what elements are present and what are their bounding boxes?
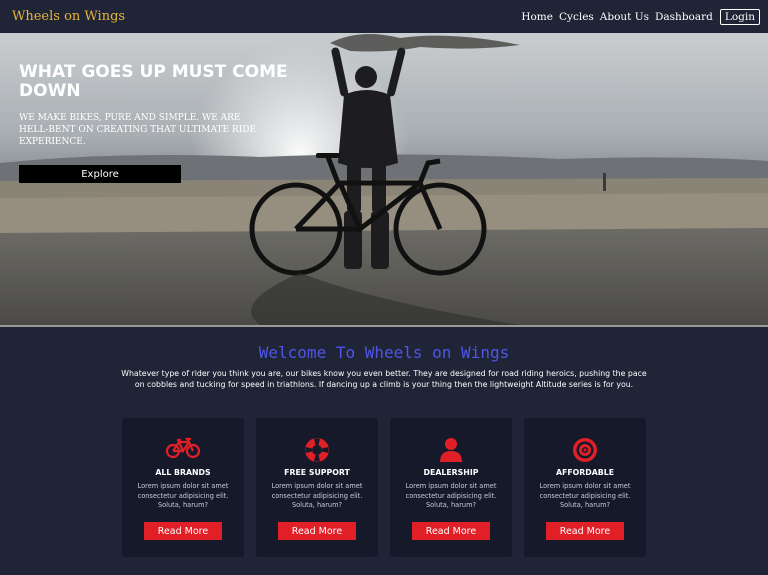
card-dealership: DEALERSHIP Lorem ipsum dolor sit amet co…: [390, 418, 512, 557]
read-more-button[interactable]: Read More: [546, 522, 624, 540]
read-more-button[interactable]: Read More: [412, 522, 490, 540]
explore-button[interactable]: Explore: [19, 165, 181, 183]
brand-logo[interactable]: Wheels on Wings: [12, 9, 125, 24]
nav-link-dashboard[interactable]: Dashboard: [655, 11, 713, 23]
nav-link-home[interactable]: Home: [521, 11, 553, 23]
hero-divider: [0, 325, 768, 327]
feature-cards: ALL BRANDS Lorem ipsum dolor sit amet co…: [122, 418, 647, 557]
card-free-support: FREE SUPPORT Lorem ipsum dolor sit amet …: [256, 418, 378, 557]
card-description: Lorem ipsum dolor sit amet consectetur a…: [137, 482, 229, 509]
card-description: Lorem ipsum dolor sit amet consectetur a…: [405, 482, 497, 509]
hero-subtitle: WE MAKE BIKES, PURE AND SIMPLE. WE ARE H…: [19, 113, 257, 147]
welcome-title: Welcome To Wheels on Wings: [258, 343, 510, 362]
bicycle-icon: [122, 437, 244, 461]
card-affordable: AFFORDABLE Lorem ipsum dolor sit amet co…: [524, 418, 646, 557]
read-more-button[interactable]: Read More: [278, 522, 356, 540]
lifebuoy-icon: [256, 437, 378, 462]
welcome-text: Whatever type of rider you think you are…: [121, 369, 647, 389]
card-title: DEALERSHIP: [423, 468, 479, 477]
card-title: ALL BRANDS: [155, 468, 211, 477]
read-more-button[interactable]: Read More: [144, 522, 222, 540]
nav-link-cycles[interactable]: Cycles: [559, 11, 594, 23]
login-button[interactable]: Login: [719, 8, 760, 25]
card-description: Lorem ipsum dolor sit amet consectetur a…: [539, 482, 631, 509]
hero-banner: WHAT GOES UP MUST COME DOWN WE MAKE BIKE…: [0, 33, 768, 325]
nav-link-about-us[interactable]: About Us: [600, 11, 649, 23]
target-icon: [524, 437, 646, 462]
card-title: AFFORDABLE: [555, 468, 615, 477]
card-all-brands: ALL BRANDS Lorem ipsum dolor sit amet co…: [122, 418, 244, 557]
navbar: Wheels on Wings Home Cycles About Us Das…: [0, 0, 768, 33]
card-description: Lorem ipsum dolor sit amet consectetur a…: [271, 482, 363, 509]
hero-title: WHAT GOES UP MUST COME DOWN: [19, 62, 288, 101]
card-title: FREE SUPPORT: [284, 468, 350, 477]
user-icon: [390, 437, 512, 462]
nav-links: Home Cycles About Us Dashboard Login: [521, 8, 760, 25]
